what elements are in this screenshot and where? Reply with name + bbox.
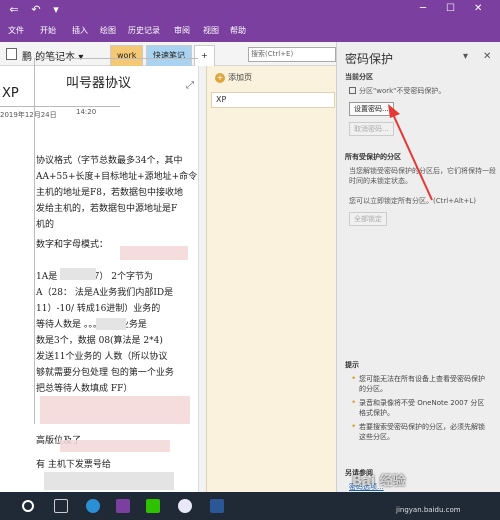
task-view-icon[interactable]: [54, 499, 68, 513]
onenote-icon[interactable]: [116, 499, 130, 513]
redacted-region: [44, 472, 174, 490]
password-protection-pane: 密码保护 ▾ ✕ 当前分区 分区"work"不受密码保护。 设置密码... 取消…: [336, 42, 500, 492]
minimize-icon[interactable]: ─: [420, 3, 426, 14]
doc-line: 有 主机下发票号给: [36, 460, 111, 470]
add-page-button[interactable]: + 添加页: [215, 72, 252, 83]
doc-line: AA+55+长度+目标地址+源地址+命令: [36, 172, 198, 182]
doc-line: 协议格式（字节总数最多34个，其中: [36, 156, 183, 166]
lock-description: 您可以立即锁定所有分区。(Ctrl+Alt+L): [349, 197, 477, 205]
tab-help[interactable]: 帮助: [230, 25, 246, 36]
back-icon[interactable]: ⇐: [8, 4, 20, 16]
ribbon-tabs: 文件 开始 插入 绘图 历史记录 审阅 视图 帮助: [0, 20, 500, 42]
title-bar: ⇐ ↶ ▾ ─ ☐ ✕: [0, 0, 500, 20]
plus-icon: +: [215, 73, 225, 83]
current-section-header: 当前分区: [345, 73, 373, 81]
doc-line: 发给主机的，若数据包中源地址是F: [36, 204, 178, 214]
pane-close-icon[interactable]: ✕: [483, 51, 491, 62]
pane-title: 密码保护: [345, 52, 394, 66]
tip-item: 您可能无法在所有设备上查看受密码保护的分区。: [351, 374, 491, 394]
wechat-icon[interactable]: [146, 499, 160, 513]
edge-icon[interactable]: [86, 499, 100, 513]
page-list-item[interactable]: XP: [211, 92, 335, 108]
redacted-region: [40, 396, 190, 424]
current-section-status: 分区"work"不受密码保护。: [349, 86, 445, 96]
word-icon[interactable]: [210, 499, 224, 513]
set-password-button[interactable]: 设置密码...: [349, 102, 394, 116]
quick-access-dropdown-icon[interactable]: ▾: [50, 4, 62, 16]
app-icon[interactable]: [178, 499, 192, 513]
tab-home[interactable]: 开始: [40, 25, 56, 36]
tab-file[interactable]: 文件: [8, 25, 24, 36]
doc-line: 主机的地址是F8，若数据包中接收地: [36, 188, 183, 198]
redacted-region: [60, 268, 96, 280]
tip-item: 录音和录像将不受 OneNote 2007 分区格式保护。: [351, 398, 491, 418]
doc-line: 数是3个，数据 08(算法是 2*4): [36, 336, 163, 346]
redacted-region: [60, 440, 170, 452]
doc-line: 11）-10/ 转成16进制）业务的: [36, 304, 161, 314]
doc-line: A（28： 法是A业务我们内部ID是: [36, 288, 174, 298]
add-page-label: 添加页: [228, 73, 252, 82]
tab-history[interactable]: 历史记录: [128, 25, 160, 36]
undo-icon[interactable]: ↶: [30, 4, 42, 16]
doc-line: 发送11个业务的 人数（所以协议: [36, 352, 168, 362]
page-title[interactable]: XP: [2, 86, 19, 101]
search-input[interactable]: 搜索(Ctrl+E): [248, 47, 336, 62]
page-list: + 添加页 XP: [206, 66, 336, 492]
tab-view[interactable]: 视图: [203, 25, 219, 36]
watermark-url: jingyan.baidu.com: [396, 506, 461, 514]
tab-draw[interactable]: 绘图: [100, 25, 116, 36]
section-icon: [349, 87, 356, 94]
all-protected-description: 当您解锁受密码保护的分区后，它们将保持一段时间的未锁定状态。: [349, 167, 496, 185]
pane-options-icon[interactable]: ▾: [463, 51, 468, 62]
vertical-scrollbar[interactable]: [198, 66, 206, 492]
redacted-region: [96, 318, 126, 330]
watermark-logo: Bai 经验: [352, 474, 406, 489]
doc-line: 机的: [36, 220, 55, 230]
tips-header: 提示: [345, 361, 359, 369]
all-protected-header: 所有受保护的分区: [345, 153, 401, 161]
tip-item: 若要搜索受密码保护的分区，必须先解锁这些分区。: [351, 422, 491, 442]
doc-line: 把总等待人数填成 FF）: [36, 384, 133, 394]
doc-line: 够就需要分包处理 包的第一个业务: [36, 368, 174, 378]
tab-review[interactable]: 审阅: [174, 25, 190, 36]
tab-insert[interactable]: 插入: [72, 25, 88, 36]
lock-all-button[interactable]: 全部锁定: [349, 212, 387, 226]
close-icon[interactable]: ✕: [474, 3, 482, 14]
doc-line: 等待人数是 。。。如果业务是: [36, 320, 147, 330]
redacted-region: [120, 246, 188, 260]
remove-password-button[interactable]: 取消密码...: [349, 122, 394, 136]
start-icon[interactable]: [22, 500, 34, 512]
maximize-icon[interactable]: ☐: [446, 3, 455, 14]
current-section-status-text: 分区"work"不受密码保护。: [359, 87, 446, 95]
doc-line: 数字和字母模式：: [36, 240, 109, 250]
notebook-icon: [6, 48, 17, 60]
document-heading: 叫号器协议: [66, 76, 132, 91]
